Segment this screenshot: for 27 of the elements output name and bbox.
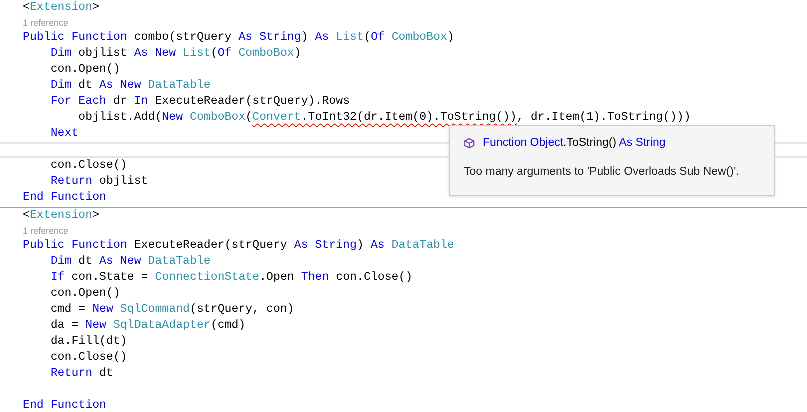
code-line: Dim objlist As New List(Of ComboBox) — [50, 46, 302, 62]
cube-icon — [464, 138, 475, 150]
code-line: Dim dt As New DataTable — [50, 254, 211, 270]
function-signature: Function Object.ToString() As String — [483, 136, 666, 151]
code-line: con.Open() — [50, 286, 120, 302]
code-line: Public Function combo(strQuery As String) As List(Of ComboBox) — [23, 30, 454, 46]
error-message: Too many arguments to 'Public Overloads Sub New()'. — [464, 165, 740, 180]
code-line: con.Close() — [50, 350, 128, 366]
code-line: da = New SqlDataAdapter(cmd) — [50, 318, 246, 334]
codelens-reference[interactable]: 1 reference — [23, 16, 69, 30]
code-line: con.Open() — [50, 62, 120, 78]
code-line: If con.State = ConnectionState.Open Then con.Close() — [50, 270, 413, 286]
code-line: <Extension> — [23, 208, 100, 224]
code-line: Return objlist — [50, 174, 148, 190]
code-line: End Function — [23, 190, 106, 206]
code-line: <Extension> — [23, 0, 100, 16]
code-line: objlist.Add(New ComboBox(Convert.ToInt32(dr.Item(0).ToString()), dr.Item(1).ToString())) — [78, 110, 691, 126]
code-line: Public Function ExecuteReader(strQuery As String) As DataTable — [23, 238, 454, 254]
codelens-reference[interactable]: 1 reference — [23, 224, 69, 238]
code-line: cmd = New SqlCommand(strQuery, con) — [50, 302, 294, 318]
code-line: con.Close() — [50, 158, 128, 174]
code-line: da.Fill(dt) — [50, 334, 128, 350]
code-line: Return dt — [50, 366, 114, 382]
code-line: Dim dt As New DataTable — [50, 78, 211, 94]
code-line: End Function — [23, 398, 106, 412]
code-line: Next — [50, 126, 79, 142]
code-line: For Each dr In ExecuteReader(strQuery).Rows — [50, 94, 350, 110]
